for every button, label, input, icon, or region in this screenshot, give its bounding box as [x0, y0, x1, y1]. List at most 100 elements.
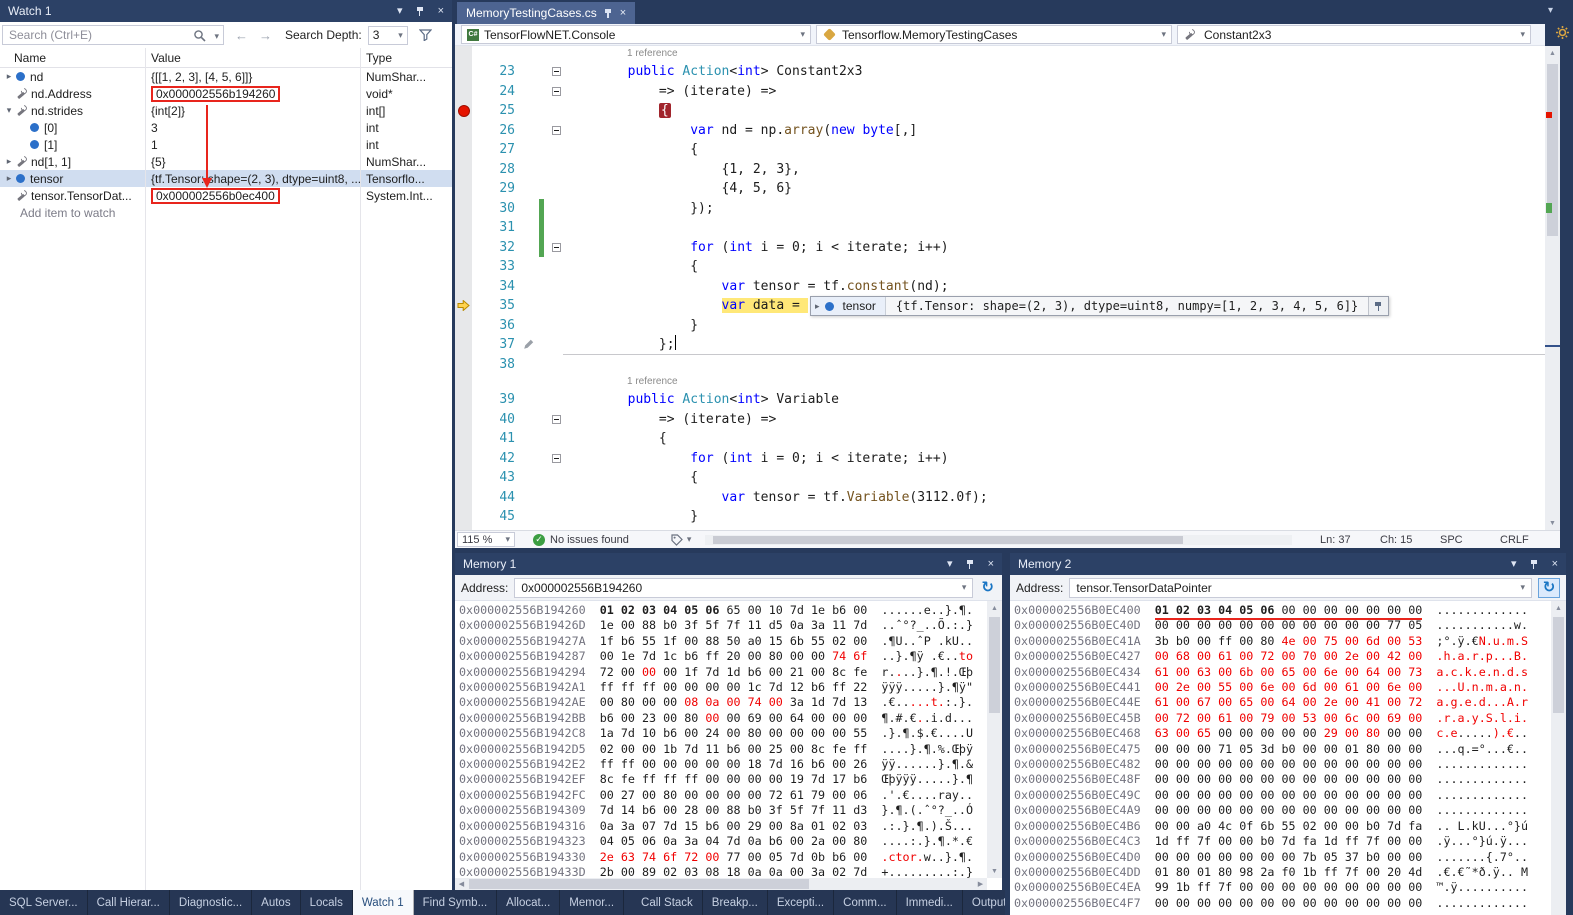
code-line[interactable]: 45 } [455, 507, 1545, 527]
collapse-icon[interactable] [552, 243, 561, 252]
bottom-tab-find-symb[interactable]: Find Symb... [414, 890, 498, 915]
memory-row[interactable]: 0x000002556B0EC468 63 00 65 00 00 00 00 … [1014, 726, 1551, 741]
column-indicator[interactable]: Ch: 15 [1380, 534, 1414, 546]
memory-row[interactable]: 0x000002556B0EC4DD 01 80 01 80 98 2a f0 … [1014, 865, 1551, 880]
memory-row[interactable]: 0x000002556B0EC4B6 00 00 a0 4c 0f 6b 55 … [1014, 819, 1551, 834]
memory-row[interactable]: 0x000002556B1942A1 ff ff ff 00 00 00 00 … [459, 680, 987, 695]
vertical-scrollbar[interactable]: ▲ ▼ [987, 601, 1002, 878]
bottom-tab-breakp[interactable]: Breakp... [703, 890, 768, 915]
collapse-icon[interactable] [552, 87, 561, 96]
bottom-tab-call-hierar[interactable]: Call Hierar... [88, 890, 170, 915]
health-check-icon[interactable]: ✓ [533, 534, 545, 546]
refresh-button[interactable]: ↻ [1538, 578, 1560, 598]
search-next-icon[interactable]: → [259, 28, 272, 43]
scroll-up-icon[interactable]: ▲ [987, 601, 1002, 615]
search-prev-icon[interactable]: ← [235, 28, 248, 43]
watch-row[interactable]: nd.Address0x000002556b194260void* [0, 85, 452, 102]
memory-row[interactable]: 0x000002556B0EC44E 61 00 67 00 65 00 64 … [1014, 695, 1551, 710]
bottom-tab-call-stack[interactable]: Call Stack [632, 890, 703, 915]
datatip-value[interactable]: {tf.Tensor: shape=(2, 3), dtype=uint8, n… [886, 299, 1368, 313]
watch-title-bar[interactable]: Watch 1 ▾ × [0, 0, 452, 22]
memory1-rows[interactable]: 0x000002556B194260 01 02 03 04 05 06 65 … [455, 601, 987, 878]
code-line[interactable]: 41 { [455, 429, 1545, 449]
memory2-title-bar[interactable]: Memory 2 ▾ × [1010, 553, 1566, 575]
watch-row[interactable]: [1]1int [0, 136, 452, 153]
expander-icon[interactable]: ▸ [815, 301, 820, 312]
tab-list-chevron-icon[interactable]: ▾ [1548, 5, 1553, 16]
datatip-pin-button[interactable] [1368, 297, 1388, 315]
watch-row[interactable]: [0]3int [0, 119, 452, 136]
collapse-icon[interactable] [552, 454, 561, 463]
code-line[interactable]: 25 { [455, 101, 1545, 121]
bottom-tab-watch-1[interactable]: Watch 1 [353, 890, 414, 915]
bottom-tab-output[interactable]: Output [963, 890, 1005, 915]
column-header-type[interactable]: Type [360, 51, 452, 65]
pin-icon[interactable] [966, 559, 975, 570]
collapse-icon[interactable] [552, 415, 561, 424]
code-line[interactable]: 27 { [455, 140, 1545, 160]
add-watch-item-row[interactable]: Add item to watch [0, 204, 452, 221]
watch-row[interactable]: ▸nd{[[1, 2, 3], [4, 5, 6]]}NumShar... [0, 68, 452, 85]
column-header-name[interactable]: Name [0, 51, 145, 65]
search-icon[interactable] [193, 29, 206, 42]
memory-row[interactable]: 0x000002556B0EC40D 00 00 00 00 00 00 00 … [1014, 618, 1551, 633]
scrollbar-thumb[interactable] [469, 879, 809, 889]
column-header-value[interactable]: Value [145, 51, 360, 65]
scroll-down-icon[interactable]: ▼ [987, 864, 1002, 878]
collapse-icon[interactable] [552, 126, 561, 135]
expander-icon[interactable]: ▸ [3, 173, 15, 184]
scroll-up-icon[interactable]: ▲ [1551, 601, 1566, 615]
memory-row[interactable]: 0x000002556B0EC45B 00 72 00 61 00 79 00 … [1014, 711, 1551, 726]
code-line[interactable]: 37 }; [455, 335, 1545, 355]
datatip-header[interactable]: ▸ tensor [811, 297, 886, 315]
memory-row[interactable]: 0x000002556B1942C8 1a 7d 10 b6 00 24 00 … [459, 726, 987, 741]
code-line[interactable]: 28 {1, 2, 3}, [455, 160, 1545, 180]
bottom-tab-comm[interactable]: Comm... [834, 890, 896, 915]
refresh-icon[interactable]: ↻ [981, 580, 994, 595]
memory-row[interactable]: 0x000002556B194316 0a 3a 07 7d 15 b6 00 … [459, 819, 987, 834]
vertical-scrollbar[interactable]: ▲ ▼ [1545, 46, 1560, 530]
code-line[interactable]: 43 { [455, 468, 1545, 488]
bottom-tab-immedi[interactable]: Immedi... [897, 890, 963, 915]
memory-row[interactable]: 0x000002556B0EC4C3 1d ff 7f 00 00 b0 7d … [1014, 834, 1551, 849]
memory-row[interactable]: 0x000002556B0EC4F7 00 00 00 00 00 00 00 … [1014, 896, 1551, 911]
memory2-address-input[interactable]: tensor.TensorDataPointer▾ [1069, 578, 1532, 598]
expander-icon[interactable]: ▸ [3, 71, 15, 82]
code-line[interactable]: 32 for (int i = 0; i < iterate; i++) [455, 238, 1545, 258]
memory-row[interactable]: 0x000002556B1942AE 00 80 00 00 08 0a 00 … [459, 695, 987, 710]
code-line[interactable]: 39 public Action<int> Variable [455, 390, 1545, 410]
tab-pin-icon[interactable] [604, 8, 613, 19]
memory2-rows[interactable]: 0x000002556B0EC400 01 02 03 04 05 06 00 … [1010, 601, 1551, 915]
memory1-title-bar[interactable]: Memory 1 ▾ × [455, 553, 1002, 575]
scrollbar-thumb[interactable] [989, 617, 1000, 713]
memory-row[interactable]: 0x000002556B0EC441 00 2e 00 55 00 6e 00 … [1014, 680, 1551, 695]
scrollbar-thumb[interactable] [713, 536, 1182, 544]
pin-icon[interactable] [416, 6, 425, 17]
code-line[interactable]: 26 var nd = np.array(new byte[,] [455, 121, 1545, 141]
bottom-tab-allocat[interactable]: Allocat... [497, 890, 560, 915]
member-dropdown[interactable]: Constant2x3 ▾ [1177, 25, 1531, 44]
memory-row[interactable]: 0x000002556B0EC434 61 00 63 00 6b 00 65 … [1014, 665, 1551, 680]
memory-row[interactable]: 0x000002556B0EC4EA 99 1b ff 7f 00 00 00 … [1014, 880, 1551, 895]
memory-row[interactable]: 0x000002556B0EC4A9 00 00 00 00 00 00 00 … [1014, 803, 1551, 818]
project-dropdown[interactable]: C# TensorFlowNET.Console ▾ [461, 25, 811, 44]
close-icon[interactable]: × [438, 6, 444, 17]
bottom-tab-excepti[interactable]: Excepti... [768, 890, 834, 915]
watch-row[interactable]: ▸tensor{tf.Tensor: shape=(2, 3), dtype=u… [0, 170, 452, 187]
window-position-icon[interactable]: ▾ [1511, 559, 1517, 570]
pin-icon[interactable] [1530, 559, 1539, 570]
close-icon[interactable]: × [988, 559, 994, 570]
memory-row[interactable]: 0x000002556B19427A 1f b6 55 1f 00 88 50 … [459, 634, 987, 649]
collapse-icon[interactable] [552, 67, 561, 76]
code-line[interactable]: 38 [455, 355, 1545, 375]
code-line[interactable]: 33 { [455, 257, 1545, 277]
memory1-address-input[interactable]: 0x000002556B194260▾ [514, 578, 973, 598]
memory-row[interactable]: 0x000002556B1942EF 8c fe ff ff ff 00 00 … [459, 772, 987, 787]
filter-icon[interactable] [419, 29, 432, 41]
bottom-tab-autos[interactable]: Autos [252, 890, 300, 915]
memory-row[interactable]: 0x000002556B19426D 1e 00 88 b0 3f 5f 7f … [459, 618, 987, 633]
tag-button[interactable]: ▾ [671, 534, 692, 546]
memory-row[interactable]: 0x000002556B0EC4D0 00 00 00 00 00 00 00 … [1014, 850, 1551, 865]
memory-row[interactable]: 0x000002556B194287 00 1e 7d 1c b6 ff 20 … [459, 649, 987, 664]
codelens-row[interactable]: 1 reference [455, 374, 1545, 390]
